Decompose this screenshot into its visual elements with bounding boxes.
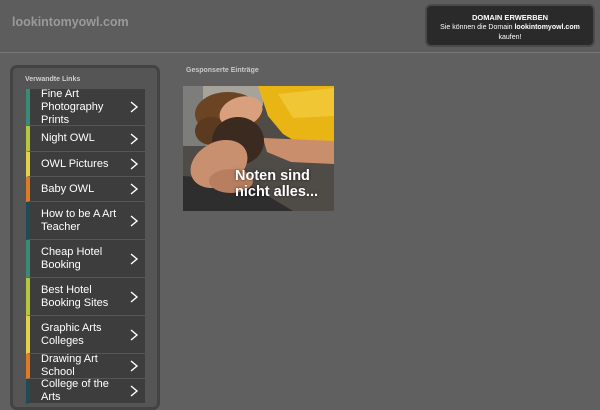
related-link-item[interactable]: Drawing Art School xyxy=(26,353,145,379)
chevron-right-icon xyxy=(130,252,139,265)
related-link-item[interactable]: Baby OWL xyxy=(26,177,145,202)
related-link-label[interactable]: Graphic Arts Colleges xyxy=(41,322,129,348)
related-link-label[interactable]: OWL Pictures xyxy=(41,158,108,171)
related-link-label[interactable]: Drawing Art School xyxy=(41,353,129,379)
chevron-right-icon xyxy=(130,360,139,372)
domain-offer-domain[interactable]: lookintomyowl.com xyxy=(514,24,579,31)
chevron-right-icon xyxy=(130,183,139,195)
related-link-item[interactable]: Fine Art Photography Prints xyxy=(26,88,145,127)
chevron-right-icon xyxy=(130,101,139,113)
related-link-item[interactable]: Best Hotel Booking Sites xyxy=(26,278,145,316)
site-title[interactable]: lookintomyowl.com xyxy=(12,15,129,29)
domain-offer-text: Sie können die Domain lookintomyowl.com xyxy=(427,23,593,33)
chevron-right-icon xyxy=(130,132,139,145)
related-link-label[interactable]: Night OWL xyxy=(41,132,95,145)
related-links-list: Fine Art Photography Prints Night OWL OWL … xyxy=(26,88,145,404)
related-links-panel: Verwandte Links Fine Art Photography Pri… xyxy=(10,65,160,410)
chevron-right-icon xyxy=(130,328,139,341)
related-link-label[interactable]: Fine Art Photography Prints xyxy=(41,88,129,127)
domain-offer-text-before: Sie können die Domain xyxy=(440,24,515,31)
ad-text: Noten sind nicht alles... xyxy=(235,168,331,200)
related-link-label[interactable]: How to be A Art Teacher xyxy=(41,208,129,234)
related-link-label[interactable]: Baby OWL xyxy=(41,183,94,196)
related-link-label[interactable]: Best Hotel Booking Sites xyxy=(41,284,129,310)
related-link-item[interactable]: College of the Arts xyxy=(26,378,145,404)
domain-offer-box[interactable]: DOMAIN ERWERBEN Sie können die Domain lo… xyxy=(425,4,595,47)
sponsored-ad-image[interactable]: Noten sind nicht alles... xyxy=(183,86,334,211)
related-links-title: Verwandte Links xyxy=(25,76,81,83)
related-link-item[interactable]: Graphic Arts Colleges xyxy=(26,316,145,354)
ad-text-line2: nicht alles... xyxy=(235,184,318,200)
chevron-right-icon xyxy=(130,385,139,397)
domain-offer-text-after: kaufen! xyxy=(498,34,522,41)
ad-text-line1: Noten sind xyxy=(235,168,310,184)
domain-offer-title[interactable]: DOMAIN ERWERBEN xyxy=(427,13,593,23)
related-link-item[interactable]: OWL Pictures xyxy=(26,152,145,177)
related-link-label[interactable]: College of the Arts xyxy=(41,378,129,404)
chevron-right-icon xyxy=(130,214,139,227)
sponsored-title: Gesponserte Einträge xyxy=(186,67,259,74)
chevron-right-icon xyxy=(130,158,139,170)
related-link-item[interactable]: Night OWL xyxy=(26,126,145,152)
header-bar: lookintomyowl.com DOMAIN ERWERBEN Sie kö… xyxy=(0,0,600,53)
related-link-label[interactable]: Cheap Hotel Booking xyxy=(41,246,129,272)
related-link-item[interactable]: Cheap Hotel Booking xyxy=(26,240,145,278)
related-link-item[interactable]: How to be A Art Teacher xyxy=(26,202,145,240)
chevron-right-icon xyxy=(130,290,139,303)
